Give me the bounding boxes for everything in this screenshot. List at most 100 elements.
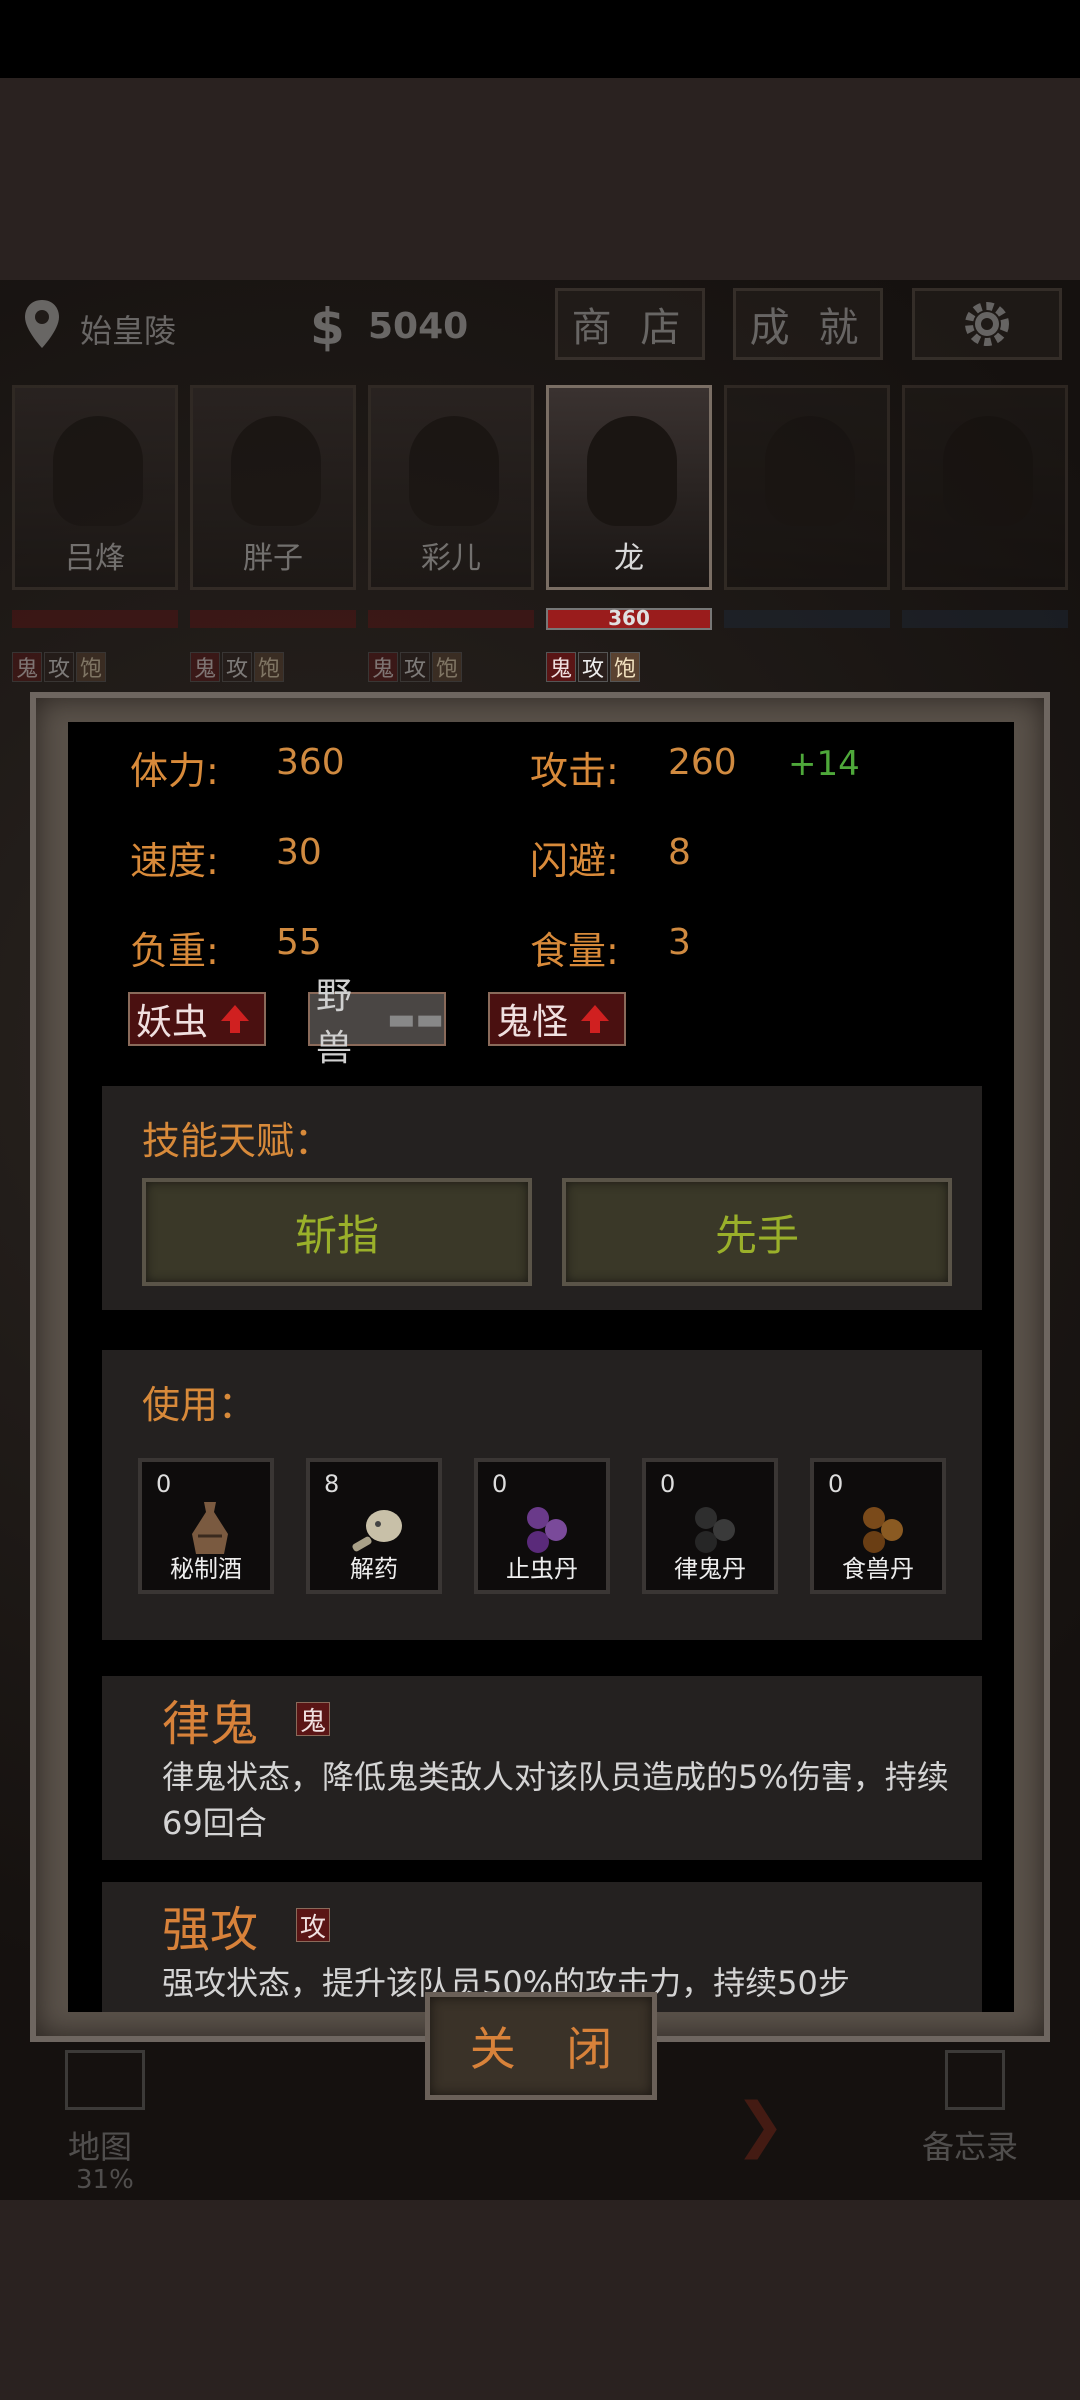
item-slot-secret-wine[interactable]: 0 秘制酒 [138,1458,274,1594]
item-slot-insect-pill[interactable]: 0 止虫丹 [474,1458,610,1594]
hp-bar [368,610,534,628]
location-pin-icon [25,300,59,348]
map-label: 地图 [68,2128,133,2166]
skill-button-2[interactable]: 先手 [562,1178,952,1286]
use-title: 使用： [142,1383,257,1427]
ghost-status-icon: 鬼 [12,652,42,682]
buff-title: 强攻 [162,1902,259,1958]
buff-card-ghost: 律鬼 鬼 律鬼状态，降低鬼类敌人对该队员造成的5%伤害，持续69回合 [102,1676,982,1860]
attack-status-icon: 攻 [400,652,430,682]
ghost-status-icon: 鬼 [546,652,576,682]
full-status-icon: 饱 [254,652,284,682]
attack-bonus: +14 [788,744,860,784]
attack-status-icon: 攻 [44,652,74,682]
close-button[interactable]: 关 闭 [425,1992,657,2100]
ghost-status-icon: 鬼 [190,652,220,682]
item-count: 0 [156,1470,172,1498]
item-slot-beast-pill[interactable]: 0 食兽丹 [810,1458,946,1594]
attack-status-icon: 攻 [296,1908,330,1943]
status-icons-member-4: 鬼 攻 饱 [546,652,640,682]
item-count: 8 [324,1470,340,1498]
item-name: 解药 [350,1555,398,1583]
skills-title: 技能天赋： [142,1119,333,1163]
silhouette-icon [943,416,1033,526]
portrait-member-4[interactable]: 龙 [546,385,712,590]
hp-bar [190,610,356,628]
skills-panel: 技能天赋： 斩指 先手 [102,1086,982,1310]
member-name: 彩儿 [421,541,481,576]
resist-label: 野兽 [316,976,353,1069]
item-name: 律鬼丹 [674,1555,746,1583]
resist-label: 鬼怪 [496,1002,569,1043]
dodge-label: 闪避: [530,839,619,883]
achievements-button[interactable]: 成 就 [733,288,883,360]
resist-tag-ghost: 鬼怪 [488,992,626,1046]
member-name: 胖子 [243,541,303,576]
load-value: 55 [276,922,322,963]
member-name: 吕烽 [65,541,125,576]
item-count: 0 [828,1470,844,1498]
food-label: 食量: [530,929,619,973]
load-label: 负重: [130,929,219,973]
attack-status-icon: 攻 [578,652,608,682]
resist-label: 妖虫 [136,1002,209,1043]
neutral-dash-icon: ▬▬ [387,1001,444,1037]
status-icons-member-2: 鬼 攻 饱 [190,652,284,682]
settings-button[interactable] [912,288,1062,360]
full-status-icon: 饱 [76,652,106,682]
resist-tag-beast: 野兽 ▬▬ [308,976,446,1069]
hp-bar-active: 360 [546,606,712,630]
memo-icon[interactable] [945,2050,1005,2110]
ghost-status-icon: 鬼 [368,652,398,682]
ghost-status-icon: 鬼 [296,1702,330,1737]
money-amount: 5040 [368,306,469,347]
arrow-up-icon [581,1005,610,1033]
item-name: 止虫丹 [506,1555,578,1583]
speed-label: 速度: [130,839,219,883]
item-count: 0 [660,1470,676,1498]
hp-bar-empty [902,610,1068,628]
arrow-right-icon[interactable]: ❯ [735,2090,785,2160]
member-name: 龙 [614,541,644,576]
portrait-empty-slot-2 [902,385,1068,590]
item-slot-ghost-pill[interactable]: 0 律鬼丹 [642,1458,778,1594]
status-icons-member-3: 鬼 攻 饱 [368,652,462,682]
portrait-face [409,416,499,526]
status-icons-member-1: 鬼 攻 饱 [12,652,106,682]
portrait-empty-slot-1 [724,385,890,590]
dodge-value: 8 [668,832,691,873]
portrait-member-1[interactable]: 吕烽 [12,385,178,590]
item-name: 秘制酒 [170,1555,242,1583]
portrait-member-2[interactable]: 胖子 [190,385,356,590]
hp-bar [12,610,178,628]
food-value: 3 [668,922,691,963]
map-progress: 31% [76,2165,134,2195]
memo-label: 备忘录 [922,2128,1019,2166]
attack-label: 攻击: [530,749,619,793]
money-icon: $ [310,298,345,356]
portrait-face [53,416,143,526]
full-status-icon: 饱 [432,652,462,682]
hp-bar-empty [724,610,890,628]
attack-value: 260 [668,742,737,783]
item-count: 0 [492,1470,508,1498]
use-items-panel: 使用： 0 秘制酒 8 解药 0 止虫丹 0 律鬼丹 0 食兽丹 [102,1350,982,1640]
buff-title: 律鬼 [162,1696,259,1752]
portrait-face [231,416,321,526]
full-status-icon: 饱 [610,652,640,682]
item-name: 食兽丹 [842,1555,914,1583]
item-slot-antidote[interactable]: 8 解药 [306,1458,442,1594]
portrait-member-3[interactable]: 彩儿 [368,385,534,590]
speed-value: 30 [276,832,322,873]
skill-button-1[interactable]: 斩指 [142,1178,532,1286]
system-status-bar [0,0,1080,78]
silhouette-icon [765,416,855,526]
arrow-up-icon [221,1005,250,1033]
stamina-value: 360 [276,742,345,783]
shop-button[interactable]: 商 店 [555,288,705,360]
location-name: 始皇陵 [80,312,177,350]
buff-description: 律鬼状态，降低鬼类敌人对该队员造成的5%伤害，持续69回合 [162,1758,949,1842]
map-icon[interactable] [65,2050,145,2110]
bottom-letterbox [0,2200,1080,2400]
hp-value: 360 [608,606,650,630]
